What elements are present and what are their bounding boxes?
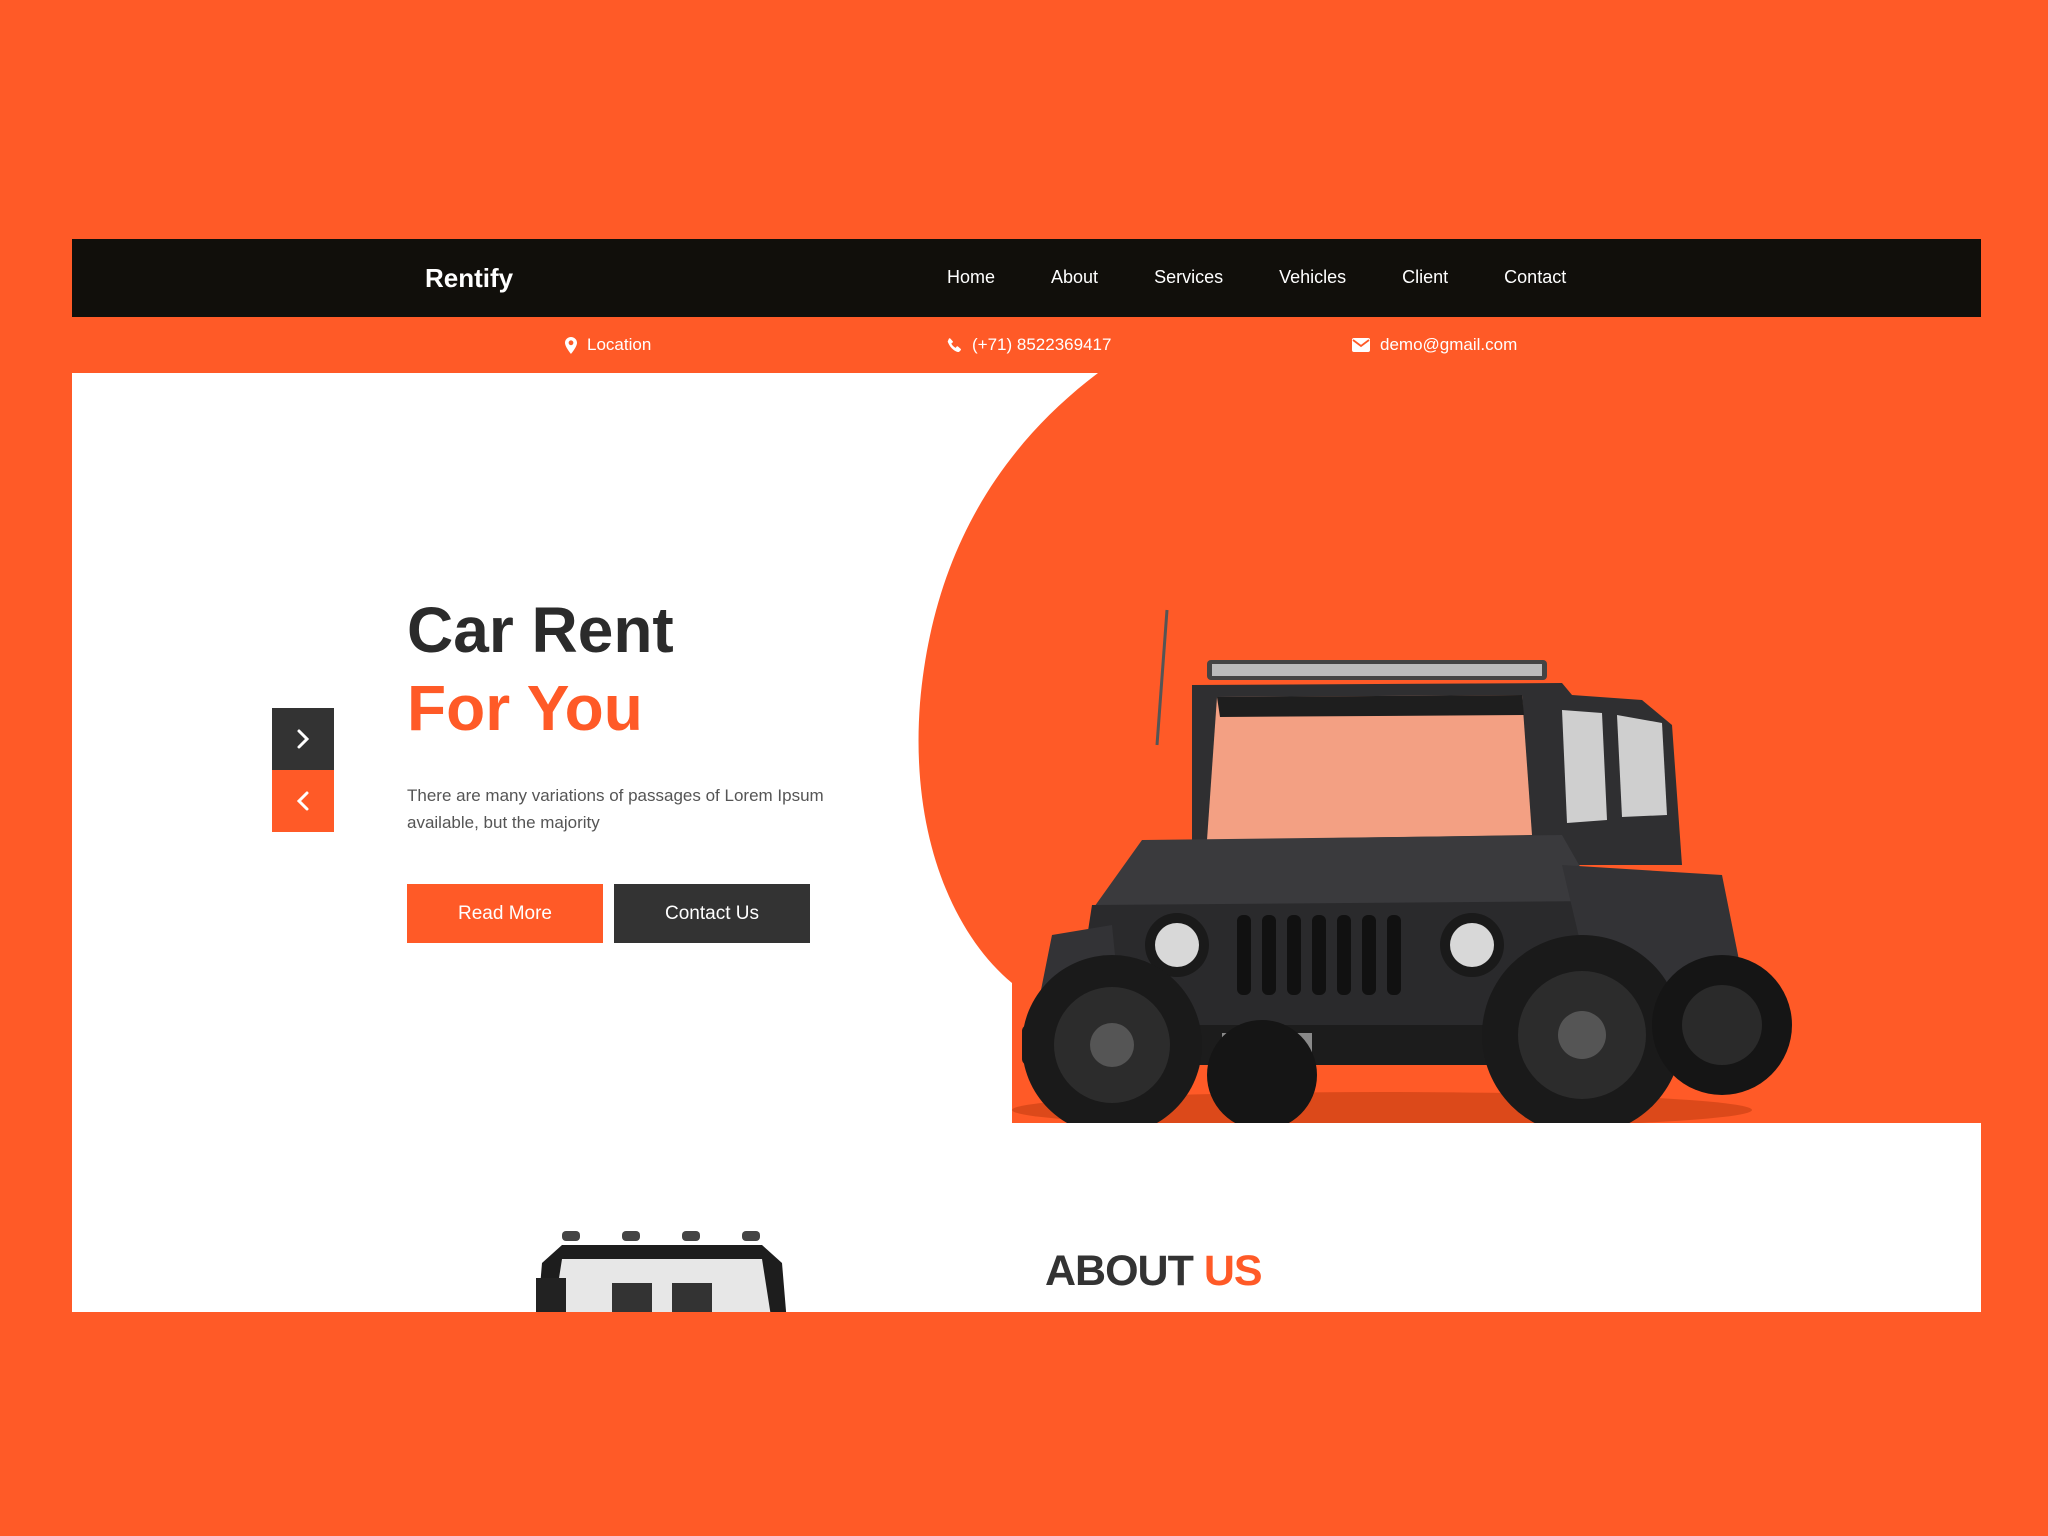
navbar: Rentify Home About Services Vehicles Cli… <box>72 239 1981 317</box>
hero-title-line1: Car Rent <box>407 594 674 666</box>
email-info[interactable]: demo@gmail.com <box>1352 335 1517 355</box>
website-frame: Rentify Home About Services Vehicles Cli… <box>72 239 1981 1312</box>
email-address: demo@gmail.com <box>1380 335 1518 354</box>
slider-next-button[interactable] <box>272 708 334 770</box>
contact-info-bar: Location (+71) 8522369417 demo@gmail.com <box>72 317 1981 373</box>
nav-link-client[interactable]: Client <box>1402 267 1448 288</box>
about-car-image <box>536 1231 787 1312</box>
phone-icon <box>947 337 961 352</box>
phone-info[interactable]: (+71) 8522369417 <box>947 335 1111 355</box>
location-info[interactable]: Location <box>565 335 651 355</box>
chevron-right-icon <box>297 729 310 749</box>
about-section: ABOUT US <box>72 1123 1981 1312</box>
contact-us-button[interactable]: Contact Us <box>614 884 810 943</box>
hero-description: There are many variations of passages of… <box>407 786 824 832</box>
nav-link-about[interactable]: About <box>1051 267 1098 288</box>
about-title-main: ABOUT <box>1045 1247 1194 1295</box>
hero-car-image <box>1012 609 1792 1125</box>
location-label: Location <box>587 335 652 354</box>
chevron-left-icon <box>296 791 309 811</box>
nav-link-contact[interactable]: Contact <box>1504 267 1566 288</box>
location-pin-icon <box>565 336 577 354</box>
hero-title-line2: For You <box>407 672 643 744</box>
read-more-button[interactable]: Read More <box>407 884 603 943</box>
brand-logo[interactable]: Rentify <box>425 263 513 294</box>
phone-number: (+71) 8522369417 <box>972 335 1112 354</box>
about-title-accent: US <box>1203 1247 1263 1295</box>
hero-section: Car Rent For You There are many variatio… <box>72 373 1981 1125</box>
nav-link-home[interactable]: Home <box>947 267 995 288</box>
nav-link-vehicles[interactable]: Vehicles <box>1279 267 1346 288</box>
slider-prev-button[interactable] <box>272 770 334 832</box>
nav-menu: Home About Services Vehicles Client Cont… <box>947 267 1622 288</box>
hero-buttons: Read More Contact Us <box>407 884 821 943</box>
nav-link-services[interactable]: Services <box>1154 267 1223 288</box>
hero-title: Car Rent For You <box>407 591 674 747</box>
about-title: ABOUT US <box>1045 1247 1263 1296</box>
slider-controls <box>272 708 334 832</box>
envelope-icon <box>1352 338 1370 352</box>
